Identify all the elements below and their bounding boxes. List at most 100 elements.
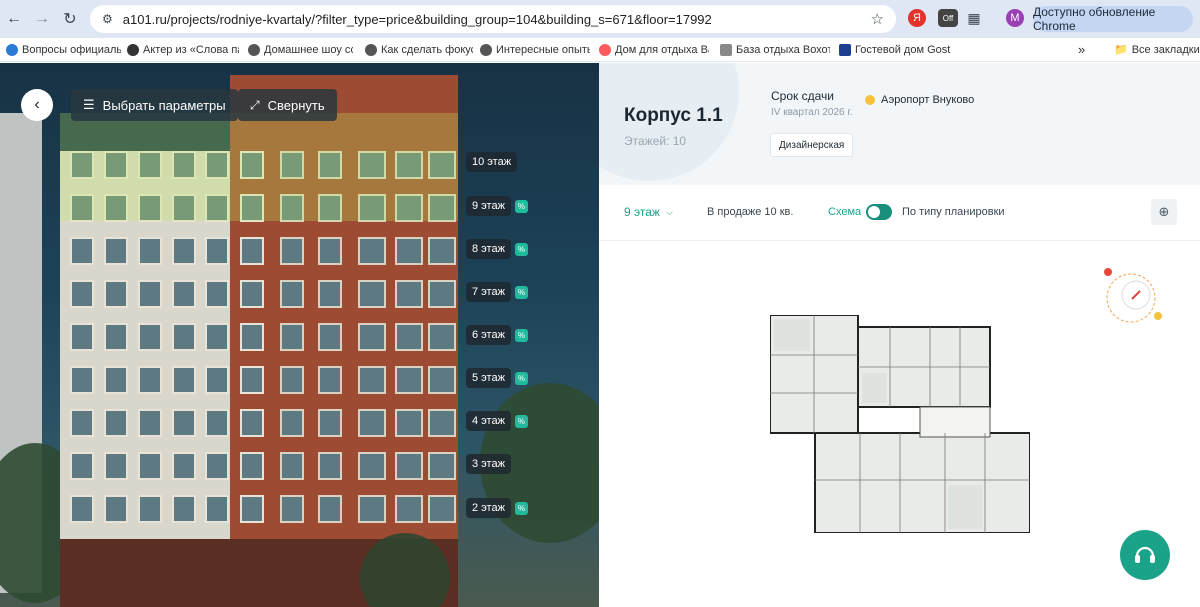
forward-arrow-icon[interactable]: → <box>28 5 56 33</box>
floor-9-item[interactable]: 9 этаж% <box>466 196 528 216</box>
bookmark-item[interactable]: Домашнее шоу со... <box>248 43 353 56</box>
profile-avatar[interactable]: M <box>1006 9 1024 27</box>
window <box>104 280 128 308</box>
yandex-extension-icon[interactable]: Я <box>908 9 926 27</box>
bookmark-favicon-icon <box>6 43 18 56</box>
window <box>318 280 342 308</box>
url-text[interactable]: a101.ru/projects/rodniye-kvartaly/?filte… <box>123 12 712 27</box>
window <box>70 237 94 265</box>
floor-label: 9 этаж <box>466 196 511 216</box>
window <box>70 452 94 480</box>
back-button[interactable]: ‹ <box>21 89 53 121</box>
window <box>358 409 386 437</box>
window <box>318 237 342 265</box>
bookmark-item[interactable]: Интересные опыты... <box>480 43 590 56</box>
building-header: Корпус 1.1 Этажей: 10 Срок сдачи IV квар… <box>599 63 1200 185</box>
building-photo-panel: ‹ ☰ Выбрать параметры ⤢ Свернуть 10 этаж… <box>0 63 599 607</box>
address-bar[interactable]: ⚙ a101.ru/projects/rodniye-kvartaly/?fil… <box>90 5 896 33</box>
extensions-puzzle-icon[interactable]: ▦ <box>965 9 983 27</box>
floor-3-item[interactable]: 3 этаж <box>466 454 511 474</box>
sun-compass-widget <box>1104 268 1162 323</box>
floor-7-item[interactable]: 7 этаж% <box>466 282 528 302</box>
metro-station: Аэропорт Внуково <box>865 94 974 106</box>
window <box>318 452 342 480</box>
floor-8-item[interactable]: 8 этаж% <box>466 239 528 259</box>
floor-2-item[interactable]: 2 этаж% <box>466 498 528 518</box>
window <box>205 237 229 265</box>
floor-dropdown[interactable]: 9 этаж ⌵ <box>624 205 673 219</box>
bookmark-item[interactable]: Гостевой дом Gosti... <box>839 43 951 56</box>
bookmark-item[interactable]: Актер из «Слова па... <box>127 43 239 56</box>
window <box>280 280 304 308</box>
bookmarks-bar: Вопросы официаль... Актер из «Слова па..… <box>0 38 1200 62</box>
window <box>280 366 304 394</box>
window <box>428 452 456 480</box>
window <box>280 409 304 437</box>
floor-label: 3 этаж <box>466 454 511 474</box>
airbnb-favicon-icon <box>599 43 611 56</box>
collapse-button[interactable]: ⤢ Свернуть <box>238 89 337 121</box>
site-settings-icon[interactable]: ⚙ <box>102 12 113 26</box>
chrome-update-button[interactable]: Доступно обновление Chrome <box>1033 5 1193 33</box>
discount-badge: % <box>514 501 528 515</box>
floor-6-item[interactable]: 6 этаж% <box>466 325 528 345</box>
window <box>358 495 386 523</box>
window <box>104 237 128 265</box>
headset-icon <box>1135 546 1155 563</box>
bookmark-favicon-icon <box>720 43 732 56</box>
floor-10-item[interactable]: 10 этаж <box>466 152 518 172</box>
more-bookmarks-icon[interactable]: » <box>1078 42 1085 57</box>
zoom-in-icon[interactable]: ⊕ <box>1151 199 1177 225</box>
window <box>428 237 456 265</box>
back-arrow-icon[interactable]: ← <box>0 5 28 33</box>
window <box>205 366 229 394</box>
discount-badge: % <box>514 242 528 256</box>
bookmark-item[interactable]: Вопросы официаль... <box>6 43 121 56</box>
window <box>205 452 229 480</box>
window <box>318 366 342 394</box>
discount-badge: % <box>514 371 528 385</box>
window <box>240 237 264 265</box>
bookmark-item[interactable]: База отдыха Вохотк... <box>720 43 830 56</box>
finish-type-tag: Дизайнерская <box>770 133 854 157</box>
window <box>205 323 229 351</box>
window <box>240 366 264 394</box>
floor-plan[interactable] <box>770 315 1030 533</box>
window <box>138 280 162 308</box>
reload-icon[interactable]: ↻ <box>56 5 84 33</box>
off-extension-icon[interactable]: Off <box>938 9 958 27</box>
window <box>138 495 162 523</box>
building-info-panel: Корпус 1.1 Этажей: 10 Срок сдачи IV квар… <box>599 63 1200 607</box>
chevron-down-icon: ⌵ <box>665 206 673 217</box>
floor-5-item[interactable]: 5 этаж% <box>466 368 528 388</box>
window <box>318 409 342 437</box>
discount-badge: % <box>514 285 528 299</box>
window <box>172 452 196 480</box>
window <box>280 452 304 480</box>
floor-label: 10 этаж <box>466 152 518 172</box>
choose-params-button[interactable]: ☰ Выбрать параметры <box>71 89 238 121</box>
window <box>138 323 162 351</box>
window <box>104 323 128 351</box>
window <box>395 323 423 351</box>
bookmark-favicon-icon <box>365 43 377 56</box>
bookmark-item[interactable]: Как сделать фокус... <box>365 43 473 56</box>
bookmark-item[interactable]: Дом для отдыха Ва... <box>599 43 709 56</box>
support-chat-button[interactable] <box>1120 530 1170 580</box>
window <box>395 280 423 308</box>
schema-label: Схема <box>828 206 862 218</box>
bookmark-favicon-icon <box>480 43 492 56</box>
building-title: Корпус 1.1 <box>624 105 723 126</box>
view-mode-toggle[interactable] <box>866 204 892 220</box>
discount-badge: % <box>514 414 528 428</box>
window <box>395 237 423 265</box>
window <box>280 323 304 351</box>
window <box>358 237 386 265</box>
all-bookmarks-folder[interactable]: 📁 Все закладки <box>1114 43 1200 57</box>
selected-floor-highlight[interactable] <box>60 113 458 221</box>
floor-4-item[interactable]: 4 этаж% <box>466 411 528 431</box>
bookmark-star-icon[interactable]: ☆ <box>871 10 884 28</box>
window <box>395 495 423 523</box>
sliders-icon: ☰ <box>83 97 95 112</box>
booking-favicon-icon <box>839 43 851 56</box>
